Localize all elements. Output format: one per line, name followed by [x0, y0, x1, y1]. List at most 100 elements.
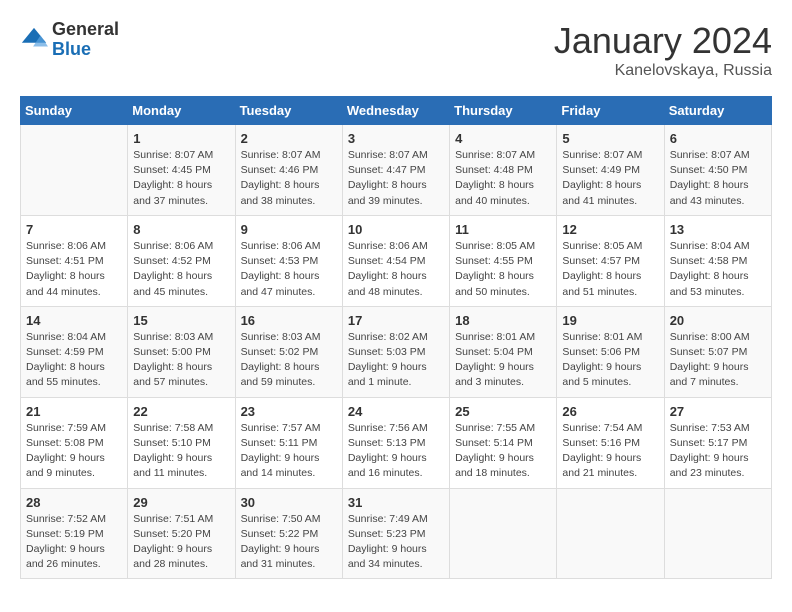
day-info: Sunrise: 7:56 AM Sunset: 5:13 PM Dayligh… — [348, 421, 444, 482]
day-info: Sunrise: 8:01 AM Sunset: 5:04 PM Dayligh… — [455, 330, 551, 391]
logo-general: General — [52, 19, 119, 39]
day-info: Sunrise: 8:07 AM Sunset: 4:47 PM Dayligh… — [348, 148, 444, 209]
calendar-cell: 14Sunrise: 8:04 AM Sunset: 4:59 PM Dayli… — [21, 306, 128, 397]
calendar-cell: 18 Sunrise: 8:01 AM Sunset: 5:04 PM Dayli… — [450, 306, 557, 397]
header-row: SundayMondayTuesdayWednesdayThursdayFrid… — [21, 97, 772, 125]
day-number: 9 — [241, 222, 337, 237]
calendar-cell: 31Sunrise: 7:49 AM Sunset: 5:23 PM Dayli… — [342, 488, 449, 579]
day-number: 25 — [455, 404, 551, 419]
day-info: Sunrise: 8:01 AM Sunset: 5:06 PM Dayligh… — [562, 330, 658, 391]
calendar-cell: 4 Sunrise: 8:07 AM Sunset: 4:48 PM Daylig… — [450, 125, 557, 216]
day-info: Sunrise: 8:07 AM Sunset: 4:45 PM Dayligh… — [133, 148, 229, 209]
day-info: Sunrise: 8:03 AM Sunset: 5:02 PM Dayligh… — [241, 330, 337, 391]
day-info: Sunrise: 8:04 AM Sunset: 4:58 PM Dayligh… — [670, 239, 766, 300]
day-info: Sunrise: 8:05 AM Sunset: 4:57 PM Dayligh… — [562, 239, 658, 300]
calendar-cell: 9Sunrise: 8:06 AM Sunset: 4:53 PM Daylig… — [235, 215, 342, 306]
day-number: 12 — [562, 222, 658, 237]
day-number: 23 — [241, 404, 337, 419]
calendar-cell: 22 Sunrise: 7:58 AM Sunset: 5:10 PM Dayli… — [128, 397, 235, 488]
page-header: General Blue January 2024 Kanelovskaya, … — [20, 20, 772, 80]
day-number: 20 — [670, 313, 766, 328]
calendar-cell: 2Sunrise: 8:07 AM Sunset: 4:46 PM Daylig… — [235, 125, 342, 216]
logo-blue: Blue — [52, 39, 91, 59]
day-number: 17 — [348, 313, 444, 328]
day-number: 16 — [241, 313, 337, 328]
week-row-4: 21 Sunrise: 7:59 AM Sunset: 5:08 PM Dayli… — [21, 397, 772, 488]
day-number: 26 — [562, 404, 658, 419]
calendar-cell — [21, 125, 128, 216]
logo-text: General Blue — [52, 20, 119, 60]
calendar-cell: 28 Sunrise: 7:52 AM Sunset: 5:19 PM Dayli… — [21, 488, 128, 579]
day-number: 28 — [26, 495, 122, 510]
day-info: Sunrise: 7:54 AM Sunset: 5:16 PM Dayligh… — [562, 421, 658, 482]
day-info: Sunrise: 8:06 AM Sunset: 4:51 PM Dayligh… — [26, 239, 122, 300]
calendar-cell: 21 Sunrise: 7:59 AM Sunset: 5:08 PM Dayli… — [21, 397, 128, 488]
day-info: Sunrise: 7:50 AM Sunset: 5:22 PM Dayligh… — [241, 512, 337, 573]
day-info: Sunrise: 7:52 AM Sunset: 5:19 PM Dayligh… — [26, 512, 122, 573]
logo-icon — [20, 26, 48, 54]
calendar-cell: 7 Sunrise: 8:06 AM Sunset: 4:51 PM Daylig… — [21, 215, 128, 306]
calendar-cell: 25 Sunrise: 7:55 AM Sunset: 5:14 PM Dayli… — [450, 397, 557, 488]
day-info: Sunrise: 8:07 AM Sunset: 4:46 PM Dayligh… — [241, 148, 337, 209]
calendar-cell — [664, 488, 771, 579]
calendar-cell: 29 Sunrise: 7:51 AM Sunset: 5:20 PM Dayli… — [128, 488, 235, 579]
week-row-1: 1 Sunrise: 8:07 AM Sunset: 4:45 PM Daylig… — [21, 125, 772, 216]
day-number: 7 — [26, 222, 122, 237]
day-number: 18 — [455, 313, 551, 328]
calendar-cell: 6Sunrise: 8:07 AM Sunset: 4:50 PM Daylig… — [664, 125, 771, 216]
day-number: 19 — [562, 313, 658, 328]
header-friday: Friday — [557, 97, 664, 125]
calendar-cell: 16 Sunrise: 8:03 AM Sunset: 5:02 PM Dayli… — [235, 306, 342, 397]
day-info: Sunrise: 8:03 AM Sunset: 5:00 PM Dayligh… — [133, 330, 229, 391]
day-info: Sunrise: 8:00 AM Sunset: 5:07 PM Dayligh… — [670, 330, 766, 391]
calendar-cell: 8Sunrise: 8:06 AM Sunset: 4:52 PM Daylig… — [128, 215, 235, 306]
day-info: Sunrise: 7:59 AM Sunset: 5:08 PM Dayligh… — [26, 421, 122, 482]
day-info: Sunrise: 8:02 AM Sunset: 5:03 PM Dayligh… — [348, 330, 444, 391]
day-info: Sunrise: 7:55 AM Sunset: 5:14 PM Dayligh… — [455, 421, 551, 482]
day-info: Sunrise: 7:58 AM Sunset: 5:10 PM Dayligh… — [133, 421, 229, 482]
header-wednesday: Wednesday — [342, 97, 449, 125]
month-title: January 2024 — [554, 20, 772, 62]
day-info: Sunrise: 8:07 AM Sunset: 4:49 PM Dayligh… — [562, 148, 658, 209]
calendar-cell: 11 Sunrise: 8:05 AM Sunset: 4:55 PM Dayli… — [450, 215, 557, 306]
header-monday: Monday — [128, 97, 235, 125]
title-block: January 2024 Kanelovskaya, Russia — [554, 20, 772, 80]
day-info: Sunrise: 7:51 AM Sunset: 5:20 PM Dayligh… — [133, 512, 229, 573]
calendar-cell: 23 Sunrise: 7:57 AM Sunset: 5:11 PM Dayli… — [235, 397, 342, 488]
day-number: 21 — [26, 404, 122, 419]
calendar-cell: 1 Sunrise: 8:07 AM Sunset: 4:45 PM Daylig… — [128, 125, 235, 216]
day-number: 29 — [133, 495, 229, 510]
calendar-cell: 30Sunrise: 7:50 AM Sunset: 5:22 PM Dayli… — [235, 488, 342, 579]
calendar-cell — [557, 488, 664, 579]
header-thursday: Thursday — [450, 97, 557, 125]
day-info: Sunrise: 8:07 AM Sunset: 4:48 PM Dayligh… — [455, 148, 551, 209]
day-info: Sunrise: 8:06 AM Sunset: 4:52 PM Dayligh… — [133, 239, 229, 300]
day-number: 4 — [455, 131, 551, 146]
calendar-cell: 13 Sunrise: 8:04 AM Sunset: 4:58 PM Dayli… — [664, 215, 771, 306]
header-sunday: Sunday — [21, 97, 128, 125]
day-number: 11 — [455, 222, 551, 237]
day-info: Sunrise: 8:06 AM Sunset: 4:54 PM Dayligh… — [348, 239, 444, 300]
calendar-cell: 3 Sunrise: 8:07 AM Sunset: 4:47 PM Daylig… — [342, 125, 449, 216]
calendar-cell: 27Sunrise: 7:53 AM Sunset: 5:17 PM Dayli… — [664, 397, 771, 488]
day-info: Sunrise: 7:57 AM Sunset: 5:11 PM Dayligh… — [241, 421, 337, 482]
calendar-cell — [450, 488, 557, 579]
calendar-cell: 19 Sunrise: 8:01 AM Sunset: 5:06 PM Dayli… — [557, 306, 664, 397]
day-info: Sunrise: 8:05 AM Sunset: 4:55 PM Dayligh… — [455, 239, 551, 300]
day-info: Sunrise: 8:07 AM Sunset: 4:50 PM Dayligh… — [670, 148, 766, 209]
location-subtitle: Kanelovskaya, Russia — [554, 62, 772, 80]
calendar-cell: 15Sunrise: 8:03 AM Sunset: 5:00 PM Dayli… — [128, 306, 235, 397]
calendar-cell: 5Sunrise: 8:07 AM Sunset: 4:49 PM Daylig… — [557, 125, 664, 216]
calendar-cell: 20 Sunrise: 8:00 AM Sunset: 5:07 PM Dayli… — [664, 306, 771, 397]
day-number: 1 — [133, 131, 229, 146]
logo: General Blue — [20, 20, 119, 60]
day-number: 24 — [348, 404, 444, 419]
day-info: Sunrise: 7:49 AM Sunset: 5:23 PM Dayligh… — [348, 512, 444, 573]
calendar-cell: 12 Sunrise: 8:05 AM Sunset: 4:57 PM Dayli… — [557, 215, 664, 306]
day-number: 3 — [348, 131, 444, 146]
day-number: 22 — [133, 404, 229, 419]
header-tuesday: Tuesday — [235, 97, 342, 125]
calendar-table: SundayMondayTuesdayWednesdayThursdayFrid… — [20, 96, 772, 579]
day-number: 13 — [670, 222, 766, 237]
week-row-5: 28 Sunrise: 7:52 AM Sunset: 5:19 PM Dayli… — [21, 488, 772, 579]
